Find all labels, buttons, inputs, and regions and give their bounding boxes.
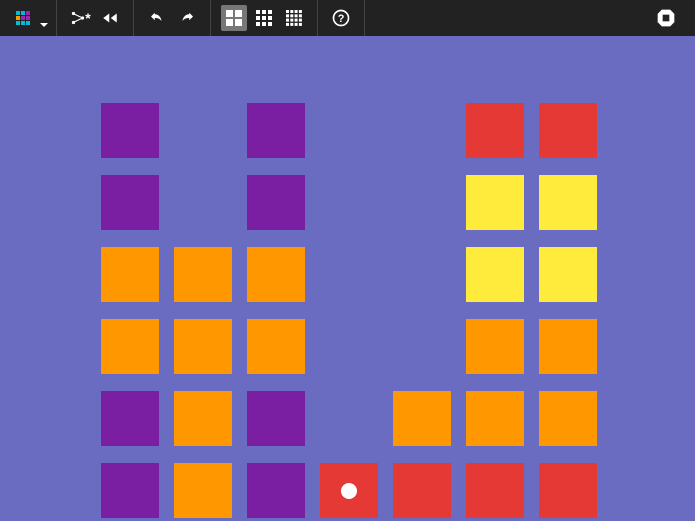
share-button[interactable]: * xyxy=(67,5,93,31)
grid-cell[interactable] xyxy=(247,391,305,446)
svg-text:?: ? xyxy=(338,13,345,25)
grid-cell[interactable] xyxy=(466,463,524,518)
grid-cell[interactable] xyxy=(466,391,524,446)
stop-button[interactable] xyxy=(653,5,679,31)
grid-cell[interactable] xyxy=(466,103,524,158)
help-button[interactable]: ? xyxy=(328,5,354,31)
grid-cell[interactable] xyxy=(247,175,305,230)
history-group xyxy=(134,0,211,36)
grid-cell[interactable] xyxy=(320,463,378,518)
grid-cell[interactable] xyxy=(393,391,451,446)
help-group: ? xyxy=(318,0,365,36)
grid-large-button[interactable] xyxy=(281,5,307,31)
undo-icon xyxy=(148,9,166,27)
toolbar: * xyxy=(0,0,695,36)
grid-size-group xyxy=(211,0,318,36)
grid-cell[interactable] xyxy=(539,175,597,230)
grid-medium-button[interactable] xyxy=(251,5,277,31)
asterisk-icon: * xyxy=(85,10,90,26)
grid-cell[interactable] xyxy=(101,391,159,446)
grid-cell[interactable] xyxy=(174,391,232,446)
grid-small-icon xyxy=(225,9,243,27)
app-logo-button[interactable] xyxy=(10,5,36,31)
grid-cell[interactable] xyxy=(247,103,305,158)
game-stage[interactable] xyxy=(0,36,695,521)
rewind-icon xyxy=(101,9,119,27)
grid-cell[interactable] xyxy=(539,247,597,302)
grid-cell[interactable] xyxy=(101,175,159,230)
stop-icon xyxy=(656,8,676,28)
stop-group xyxy=(643,0,695,36)
grid-large-icon xyxy=(285,9,303,27)
rewind-button[interactable] xyxy=(97,5,123,31)
grid-cell[interactable] xyxy=(247,463,305,518)
grid-cell[interactable] xyxy=(247,319,305,374)
grid-cell[interactable] xyxy=(101,247,159,302)
player-dot[interactable] xyxy=(341,483,357,499)
grid-cell[interactable] xyxy=(466,319,524,374)
logo-group xyxy=(0,0,57,36)
grid-cell[interactable] xyxy=(466,175,524,230)
grid-medium-icon xyxy=(255,9,273,27)
help-icon: ? xyxy=(331,8,351,28)
grid-cell[interactable] xyxy=(466,247,524,302)
grid-cell[interactable] xyxy=(393,463,451,518)
grid-cell[interactable] xyxy=(539,103,597,158)
redo-button[interactable] xyxy=(174,5,200,31)
grid-small-button[interactable] xyxy=(221,5,247,31)
grid-cell[interactable] xyxy=(174,463,232,518)
grid-cell[interactable] xyxy=(101,319,159,374)
grid-cell[interactable] xyxy=(539,391,597,446)
grid-cell[interactable] xyxy=(174,247,232,302)
grid-cell[interactable] xyxy=(174,319,232,374)
caret-down-icon xyxy=(40,23,48,27)
grid-cell[interactable] xyxy=(101,463,159,518)
grid-cell[interactable] xyxy=(539,463,597,518)
redo-icon xyxy=(178,9,196,27)
grid-cell[interactable] xyxy=(539,319,597,374)
play-group: * xyxy=(57,0,134,36)
grid-cell[interactable] xyxy=(247,247,305,302)
app-logo-icon xyxy=(16,11,30,25)
undo-button[interactable] xyxy=(144,5,170,31)
grid-cell[interactable] xyxy=(101,103,159,158)
